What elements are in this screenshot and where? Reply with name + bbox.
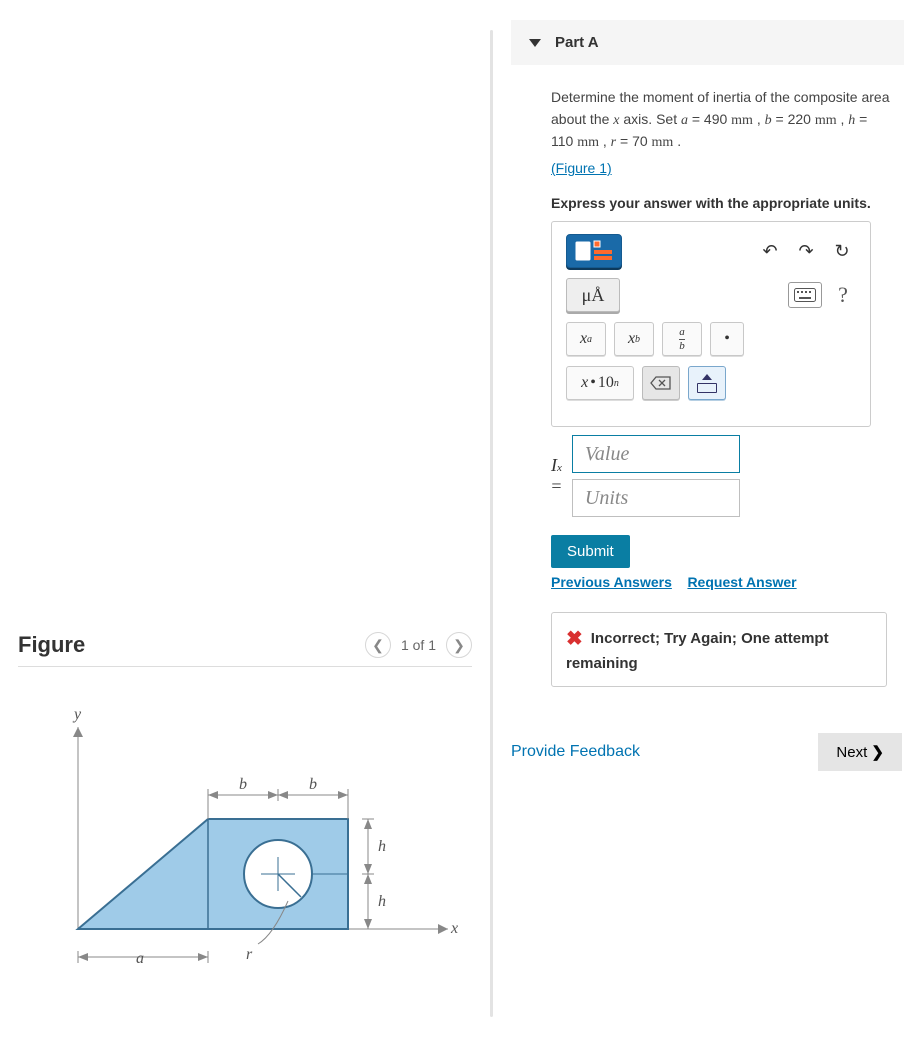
value-input[interactable]: Value (572, 435, 740, 473)
label-h2: h (378, 893, 386, 910)
axis-x-label: x (450, 920, 458, 937)
submit-button[interactable]: Submit (551, 535, 630, 568)
reset-button[interactable]: ↻ (828, 237, 856, 265)
chevron-right-icon: ❯ (871, 744, 884, 761)
request-answer-link[interactable]: Request Answer (687, 574, 796, 590)
undo-button[interactable]: ↶ (756, 237, 784, 265)
figure-header: Figure ❮ 1 of 1 ❯ (18, 632, 472, 667)
dot-button[interactable]: • (710, 322, 744, 356)
chevron-up-icon (702, 374, 712, 380)
special-keyboard-button[interactable] (688, 366, 726, 400)
equals-sign: = (551, 476, 562, 497)
previous-answers-link[interactable]: Previous Answers (551, 574, 672, 590)
label-r: r (246, 946, 253, 963)
variable-symbol: Ix (551, 455, 562, 476)
units-mu-angstrom-button[interactable]: μÅ (566, 278, 620, 312)
backspace-icon (650, 375, 672, 391)
scientific-notation-button[interactable]: x•10n (566, 366, 634, 400)
figure-prev-button[interactable]: ❮ (365, 632, 391, 658)
figure-title: Figure (18, 632, 85, 658)
part-header[interactable]: Part A (511, 20, 904, 65)
collapse-icon (529, 39, 541, 47)
part-title: Part A (555, 34, 599, 51)
incorrect-icon: ✖ (566, 628, 583, 650)
value-units-group: Ix = Value Units (551, 435, 890, 517)
backspace-button[interactable] (642, 366, 680, 400)
axis-y-label: y (72, 706, 82, 723)
mini-keyboard-icon (697, 383, 717, 393)
instruction-text: Express your answer with the appropriate… (551, 194, 890, 214)
figure-diagram: y x r a (18, 699, 472, 982)
figure-counter: 1 of 1 (401, 637, 436, 653)
fraction-button[interactable]: ab (662, 322, 702, 356)
next-button[interactable]: Next ❯ (818, 733, 902, 771)
feedback-message: ✖Incorrect; Try Again; One attempt remai… (551, 612, 887, 687)
units-input[interactable]: Units (572, 479, 740, 517)
keyboard-button[interactable] (788, 282, 822, 308)
label-b2: b (309, 776, 317, 793)
help-button[interactable]: ? (830, 281, 856, 309)
label-b1: b (239, 776, 247, 793)
label-a: a (136, 950, 144, 967)
provide-feedback-link[interactable]: Provide Feedback (511, 743, 640, 761)
figure-nav: ❮ 1 of 1 ❯ (365, 632, 472, 658)
redo-button[interactable]: ↷ (792, 237, 820, 265)
label-h1: h (378, 838, 386, 855)
superscript-button[interactable]: xa (566, 322, 606, 356)
problem-statement: Determine the moment of inertia of the c… (551, 87, 890, 180)
templates-button[interactable] (566, 234, 622, 268)
answer-input-card: ↶ ↷ ↻ μÅ ? xa xb (551, 221, 871, 427)
figure-next-button[interactable]: ❯ (446, 632, 472, 658)
templates-icon (574, 238, 614, 264)
figure-link[interactable]: (Figure 1) (551, 158, 612, 180)
keyboard-icon (794, 288, 816, 302)
subscript-button[interactable]: xb (614, 322, 654, 356)
